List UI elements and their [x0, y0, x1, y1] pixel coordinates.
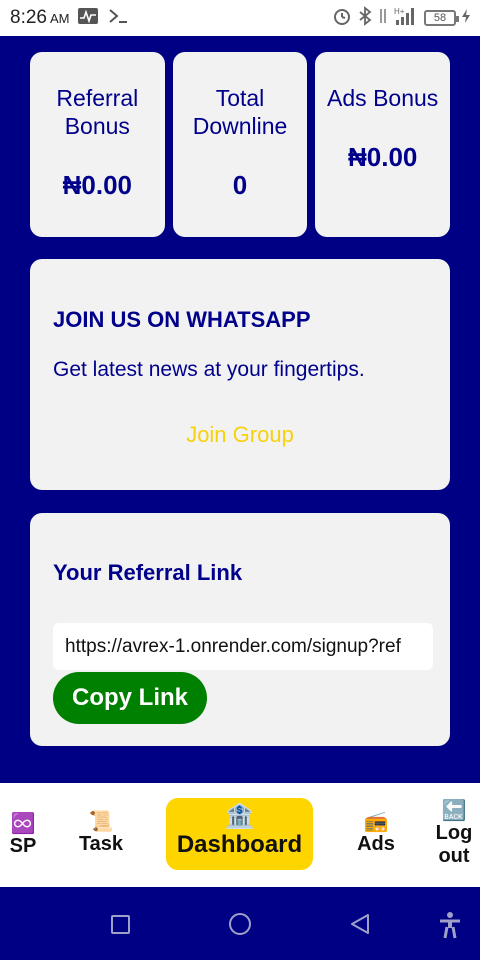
back-arrow-icon: 🔙 — [441, 800, 467, 822]
terminal-icon — [107, 7, 129, 30]
total-downline-value: 0 — [232, 170, 248, 200]
nav-sp-label: SP — [9, 835, 37, 857]
status-left: 8:26 AM — [10, 7, 129, 30]
bank-icon: 🏦 — [224, 803, 255, 830]
nav-logout-label-1: Log — [435, 822, 473, 844]
bottom-nav: ♾️ SP 📜 Task 🏦 Dashboard 📻 Ads 🔙 Log out — [0, 783, 480, 887]
system-nav-bar — [0, 887, 480, 960]
nav-dashboard[interactable]: 🏦 Dashboard — [166, 798, 313, 870]
referral-card: Your Referral Link https://avrex-1.onren… — [30, 513, 450, 746]
stat-label: Total Downline — [173, 84, 308, 140]
nav-ads-label: Ads — [357, 833, 395, 855]
stat-label-line: Bonus — [64, 113, 130, 139]
copy-link-button[interactable]: Copy Link — [53, 672, 208, 724]
home-icon[interactable] — [229, 913, 251, 935]
whatsapp-text: Get latest news at your fingertips. — [53, 358, 365, 381]
infinity-icon: ♾️ — [10, 813, 36, 835]
referral-title: Your Referral Link — [53, 560, 243, 585]
recents-icon[interactable] — [111, 915, 130, 934]
referral-bonus-value: ₦0.00 — [62, 170, 133, 200]
stats-row: Referral Bonus ₦0.00 Total Downline 0 Ad… — [30, 52, 451, 237]
nav-task-label: Task — [78, 833, 124, 855]
scroll-icon: 📜 — [88, 811, 114, 833]
status-time-wrap: 8:26 AM — [10, 7, 69, 29]
data-arrows-icon — [378, 6, 388, 31]
accessibility-icon[interactable] — [438, 911, 462, 944]
stat-label: Referral Bonus — [30, 84, 165, 140]
stat-label-line: Total — [215, 85, 265, 111]
nav-logout-label-2: out — [438, 845, 470, 867]
referral-link-field[interactable]: https://avrex-1.onrender.com/signup?ref — [53, 623, 433, 670]
activity-icon — [77, 7, 99, 30]
nav-dashboard-label: Dashboard — [176, 831, 303, 858]
nav-ads[interactable]: 📻 Ads — [354, 811, 398, 855]
back-icon[interactable] — [349, 913, 371, 940]
nav-sp[interactable]: ♾️ SP — [8, 813, 38, 857]
battery-icon: 58 — [424, 10, 459, 26]
ads-bonus-card: Ads Bonus ₦0.00 — [315, 52, 451, 237]
svg-text:H+: H+ — [394, 7, 405, 16]
whatsapp-card: JOIN US ON WHATSAPP Get latest news at y… — [30, 259, 450, 490]
ads-bonus-value: ₦0.00 — [347, 142, 418, 172]
stat-label-line: Ads Bonus — [327, 85, 439, 111]
stat-label-line: Downline — [192, 113, 288, 139]
stat-label-line: Referral — [56, 85, 139, 111]
signal-icon: H+ — [394, 6, 418, 31]
join-group-link[interactable]: Join Group — [53, 422, 427, 448]
whatsapp-title: JOIN US ON WHATSAPP — [53, 307, 311, 332]
status-ampm: AM — [49, 11, 70, 26]
stat-label: Ads Bonus — [315, 84, 450, 112]
charging-icon — [462, 8, 470, 28]
status-time: 8:26 — [10, 7, 47, 28]
nav-logout[interactable]: 🔙 Log out — [433, 800, 475, 868]
bluetooth-icon — [358, 5, 372, 31]
status-bar: 8:26 AM H+ 58 — [0, 0, 480, 36]
status-right: H+ 58 — [332, 5, 470, 31]
alarm-icon — [332, 6, 352, 31]
total-downline-card: Total Downline 0 — [172, 52, 308, 237]
referral-bonus-card: Referral Bonus ₦0.00 — [30, 52, 165, 237]
radio-icon: 📻 — [363, 811, 389, 833]
nav-task[interactable]: 📜 Task — [76, 811, 126, 855]
